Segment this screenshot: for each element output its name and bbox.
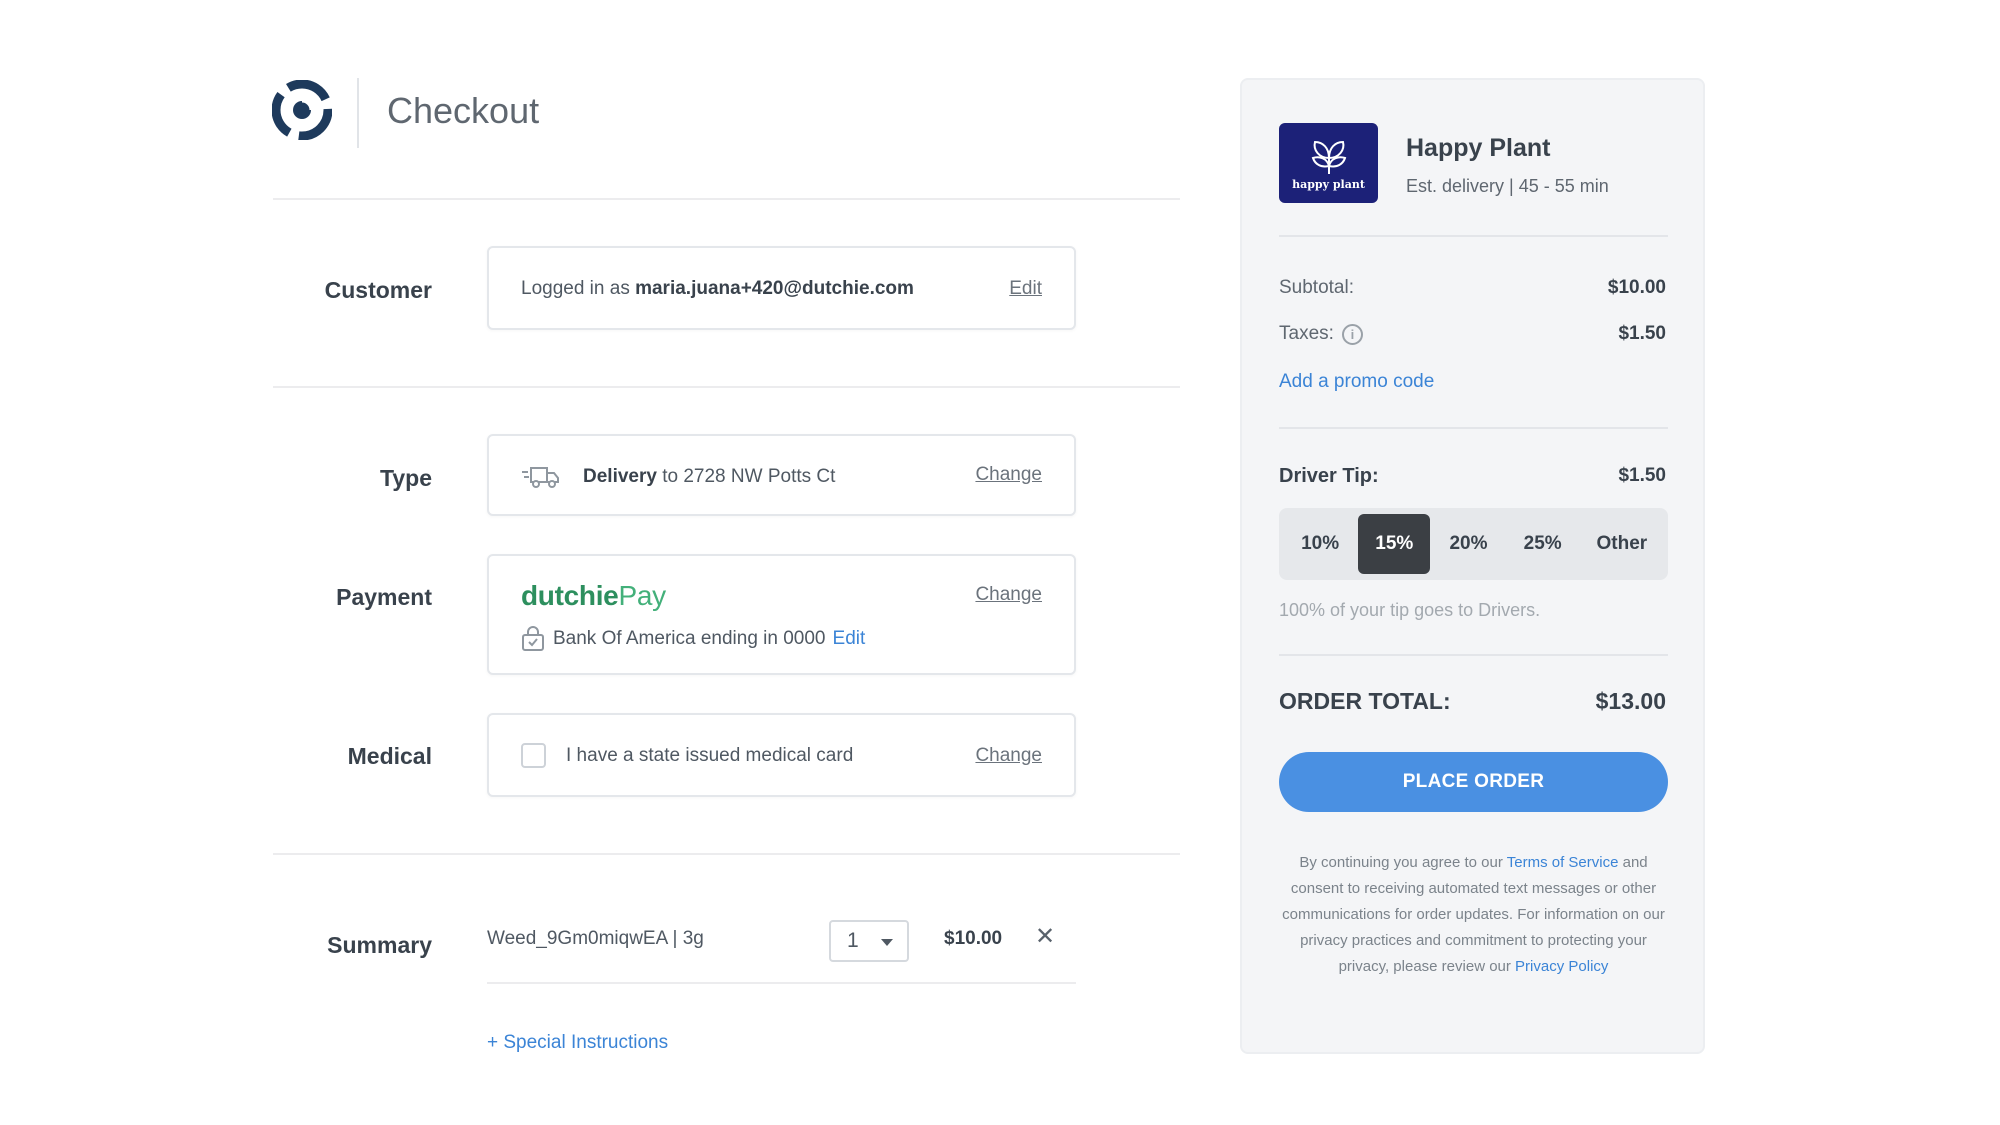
tip-option-20[interactable]: 20%: [1432, 514, 1504, 574]
panel-divider: [1279, 654, 1668, 656]
subtotal-label: Subtotal:: [1279, 277, 1354, 298]
info-icon[interactable]: i: [1341, 323, 1363, 345]
payment-card: dutchiePay Change Bank Of America ending…: [487, 554, 1076, 675]
tip-option-15[interactable]: 15%: [1358, 514, 1431, 574]
driver-tip-label: Driver Tip:: [1279, 465, 1379, 487]
page-title: Checkout: [387, 90, 540, 131]
payment-change-link[interactable]: Change: [975, 584, 1042, 606]
delivery-info: Delivery to 2728 NW Potts Ct: [521, 464, 835, 490]
customer-label: Customer: [324, 277, 432, 303]
plant-icon: [1311, 140, 1346, 174]
tip-note: 100% of your tip goes to Drivers.: [1279, 600, 1541, 620]
bank-info: Bank Of America ending in 0000 Edit: [521, 626, 865, 652]
summary-label: Summary: [327, 932, 432, 958]
taxes-label: Taxes:: [1279, 323, 1334, 344]
add-promo-code-link[interactable]: Add a promo code: [1279, 371, 1434, 393]
quantity-value: 1: [847, 929, 859, 952]
store-name: Happy Plant: [1406, 134, 1551, 162]
divider: [273, 853, 1180, 855]
store-delivery-eta: Est. delivery | 45 - 55 min: [1406, 176, 1609, 196]
dutchiepay-logo: dutchiePay: [521, 580, 666, 612]
subtotal-value: $10.00: [1607, 277, 1666, 298]
type-label: Type: [380, 465, 432, 491]
remove-item-icon[interactable]: ✕: [1035, 922, 1055, 951]
medical-card: I have a state issued medical card Chang…: [487, 713, 1076, 797]
dutchie-logo-icon: [272, 80, 332, 140]
medical-label: Medical: [347, 743, 432, 769]
type-card: Delivery to 2728 NW Potts Ct Change: [487, 434, 1076, 516]
quantity-select[interactable]: 1: [829, 920, 909, 962]
place-order-button[interactable]: PLACE ORDER: [1279, 752, 1668, 812]
legal-part2: and consent to receiving automated text …: [1282, 854, 1665, 975]
summary-divider: [487, 982, 1076, 984]
customer-card: Logged in as maria.juana+420@dutchie.com…: [487, 246, 1076, 330]
tip-option-25[interactable]: 25%: [1507, 514, 1579, 574]
header-divider: [357, 78, 359, 148]
taxes-value: $1.50: [1618, 323, 1666, 344]
driver-tip-value: $1.50: [1618, 465, 1666, 486]
medical-checkbox-label: I have a state issued medical card: [566, 744, 854, 766]
bank-lock-icon: [522, 626, 544, 651]
divider: [273, 198, 1180, 200]
delivery-truck-icon: [522, 467, 559, 488]
dutchiepay-main: dutchie: [521, 580, 619, 611]
dutchiepay-suffix: Pay: [618, 580, 666, 611]
medical-card-checkbox[interactable]: [521, 743, 546, 768]
delivery-mode: Delivery: [583, 466, 657, 487]
store-logo-text: happy plant: [1292, 177, 1365, 191]
medical-change-link[interactable]: Change: [975, 745, 1042, 767]
order-total-label: ORDER TOTAL:: [1279, 688, 1451, 714]
panel-divider: [1279, 427, 1668, 429]
chevron-down-icon: [881, 939, 893, 946]
special-instructions-link[interactable]: + Special Instructions: [487, 1032, 668, 1054]
cart-item-price: $10.00: [944, 928, 1003, 949]
legal-part1: By continuing you agree to our: [1299, 854, 1507, 871]
taxes-row: Taxes: i: [1279, 323, 1363, 345]
payment-label: Payment: [336, 584, 432, 610]
bank-edit-link[interactable]: Edit: [833, 628, 866, 650]
bank-account: Bank Of America ending in 0000: [553, 628, 826, 649]
privacy-policy-link[interactable]: Privacy Policy: [1515, 958, 1608, 975]
order-total-value: $13.00: [1595, 688, 1666, 714]
type-change-link[interactable]: Change: [975, 464, 1042, 486]
medical-row: I have a state issued medical card: [521, 743, 853, 768]
tip-option-other[interactable]: Other: [1581, 514, 1663, 574]
customer-email: maria.juana+420@dutchie.com: [635, 278, 914, 299]
order-panel: happy plant Happy Plant Est. delivery | …: [1240, 78, 1705, 1054]
terms-of-service-link[interactable]: Terms of Service: [1507, 854, 1619, 871]
tip-option-10[interactable]: 10%: [1284, 514, 1356, 574]
logged-in-prefix: Logged in as: [521, 278, 636, 299]
divider: [273, 386, 1180, 388]
legal-text: By continuing you agree to our Terms of …: [1279, 850, 1668, 980]
customer-info: Logged in as maria.juana+420@dutchie.com: [521, 278, 914, 300]
tip-selector: 10% 15% 20% 25% Other: [1279, 508, 1668, 580]
delivery-address: to 2728 NW Potts Ct: [656, 466, 836, 487]
panel-divider: [1279, 235, 1668, 237]
store-logo: happy plant: [1279, 123, 1378, 203]
customer-edit-link[interactable]: Edit: [1009, 278, 1042, 300]
cart-item-name: Weed_9Gm0miqwEA | 3g: [487, 928, 704, 949]
